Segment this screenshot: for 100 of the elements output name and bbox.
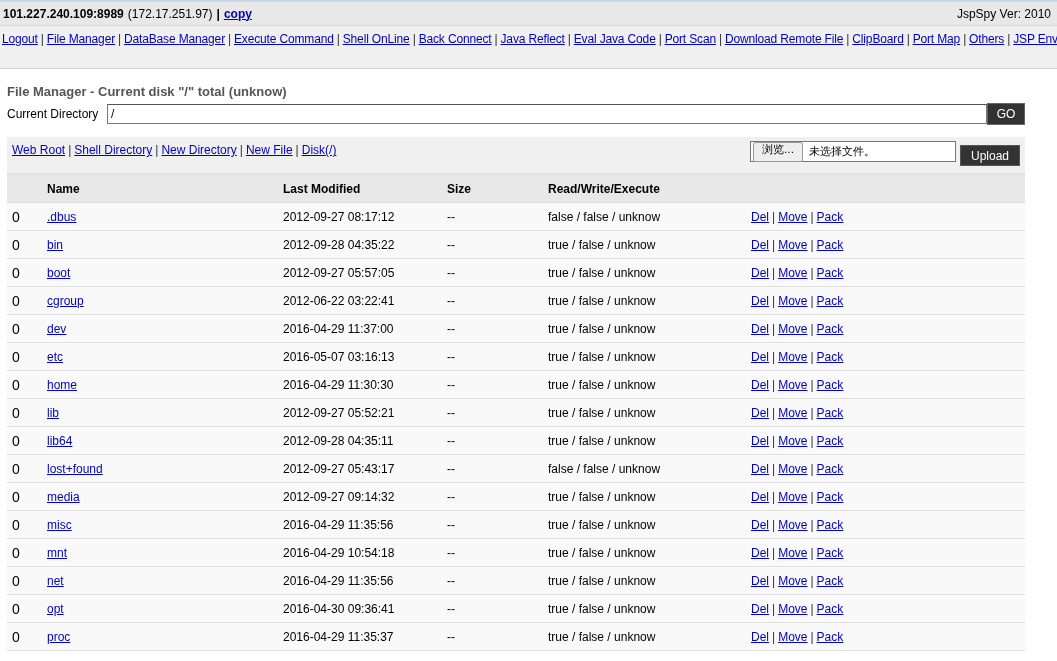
- action-link[interactable]: Del: [751, 321, 769, 336]
- toolbar-link[interactable]: New Directory: [161, 143, 237, 157]
- action-link[interactable]: Del: [751, 545, 769, 560]
- nav-link[interactable]: Java Reflect: [500, 32, 565, 46]
- action-link[interactable]: Del: [751, 573, 769, 588]
- permissions-text: true / false / unknow: [548, 237, 656, 252]
- nav-link[interactable]: DataBase Manager: [124, 32, 225, 46]
- nav-link[interactable]: Download Remote File: [724, 32, 844, 46]
- nav-link[interactable]: Port Map: [912, 32, 961, 46]
- nav-link[interactable]: Shell OnLine: [342, 32, 410, 46]
- action-link[interactable]: Move: [778, 405, 808, 420]
- action-link[interactable]: Pack: [816, 265, 844, 280]
- toolbar-link[interactable]: Disk(/): [301, 143, 337, 157]
- action-link[interactable]: Move: [778, 433, 808, 448]
- file-name-link[interactable]: opt: [47, 601, 64, 616]
- nav-link[interactable]: JSP Env: [1013, 32, 1057, 46]
- action-link[interactable]: Pack: [816, 517, 844, 532]
- action-link[interactable]: Del: [751, 237, 769, 252]
- action-link[interactable]: Pack: [816, 461, 844, 476]
- action-link[interactable]: Del: [751, 517, 769, 532]
- row-index: 0: [12, 544, 20, 561]
- action-link[interactable]: Del: [751, 349, 769, 364]
- file-size: --: [447, 293, 455, 308]
- action-link[interactable]: Pack: [816, 489, 844, 504]
- action-link[interactable]: Del: [751, 629, 769, 644]
- file-name-link[interactable]: etc: [47, 349, 63, 364]
- action-link[interactable]: Pack: [816, 209, 844, 224]
- nav-link[interactable]: Execute Command: [233, 32, 334, 46]
- file-name-link[interactable]: lost+found: [47, 461, 103, 476]
- action-link[interactable]: Pack: [816, 321, 844, 336]
- action-link[interactable]: Move: [778, 293, 808, 308]
- file-name-link[interactable]: dev: [47, 321, 67, 336]
- modified-date: 2016-04-29 11:35:56: [283, 517, 394, 532]
- file-name-link[interactable]: lib: [47, 405, 59, 420]
- action-link[interactable]: Pack: [816, 405, 844, 420]
- go-button[interactable]: GO: [987, 103, 1025, 125]
- action-link[interactable]: Move: [778, 489, 808, 504]
- action-link[interactable]: Pack: [816, 349, 844, 364]
- nav-link[interactable]: Back Connect: [418, 32, 492, 46]
- directory-field[interactable]: /: [107, 104, 987, 124]
- file-name-link[interactable]: boot: [47, 265, 71, 280]
- permissions-text: true / false / unknow: [548, 545, 656, 560]
- action-link[interactable]: Move: [778, 265, 808, 280]
- nav-link[interactable]: File Manager: [46, 32, 115, 46]
- file-name-link[interactable]: misc: [47, 517, 72, 532]
- nav-link[interactable]: Port Scan: [664, 32, 716, 46]
- nav-link[interactable]: Others: [969, 32, 1005, 46]
- action-link[interactable]: Move: [778, 209, 808, 224]
- action-link[interactable]: Move: [778, 349, 808, 364]
- copy-link[interactable]: copy: [223, 6, 252, 21]
- file-name-link[interactable]: .dbus: [47, 209, 77, 224]
- toolbar-link[interactable]: Web Root: [12, 143, 66, 157]
- action-link[interactable]: Move: [778, 629, 808, 644]
- separator: |: [810, 489, 814, 504]
- action-link[interactable]: Pack: [816, 433, 844, 448]
- nav-link[interactable]: Eval Java Code: [573, 32, 656, 46]
- action-link[interactable]: Del: [751, 461, 769, 476]
- action-link[interactable]: Pack: [816, 293, 844, 308]
- action-link[interactable]: Del: [751, 405, 769, 420]
- action-link[interactable]: Del: [751, 489, 769, 504]
- action-link[interactable]: Pack: [816, 377, 844, 392]
- action-link[interactable]: Move: [778, 601, 808, 616]
- action-link[interactable]: Del: [751, 433, 769, 448]
- action-link[interactable]: Del: [751, 265, 769, 280]
- file-name-link[interactable]: media: [47, 489, 80, 504]
- row-index: 0: [12, 488, 20, 505]
- browse-button[interactable]: 浏览...: [752, 141, 803, 162]
- action-link[interactable]: Del: [751, 377, 769, 392]
- file-name-link[interactable]: net: [47, 573, 64, 588]
- nav-link[interactable]: Logout: [2, 32, 38, 46]
- file-name-link[interactable]: bin: [47, 237, 63, 252]
- action-link[interactable]: Move: [778, 573, 808, 588]
- file-name-link[interactable]: home: [47, 377, 78, 392]
- action-link[interactable]: Del: [751, 209, 769, 224]
- permissions-text: true / false / unknow: [548, 489, 656, 504]
- action-link[interactable]: Pack: [816, 545, 844, 560]
- toolbar-link[interactable]: New File: [245, 143, 293, 157]
- action-link[interactable]: Move: [778, 377, 808, 392]
- action-link[interactable]: Move: [778, 321, 808, 336]
- file-name-link[interactable]: cgroup: [47, 293, 84, 308]
- action-link[interactable]: Move: [778, 461, 808, 476]
- nav-link[interactable]: ClipBoard: [852, 32, 904, 46]
- toolbar-link[interactable]: Shell Directory: [74, 143, 153, 157]
- action-link[interactable]: Move: [778, 517, 808, 532]
- file-name-link[interactable]: proc: [47, 629, 71, 644]
- action-link[interactable]: Pack: [816, 629, 844, 644]
- action-link[interactable]: Move: [778, 237, 808, 252]
- upload-button[interactable]: Upload: [959, 145, 1020, 166]
- modified-date: 2016-04-29 11:35:56: [283, 573, 394, 588]
- action-link[interactable]: Move: [778, 545, 808, 560]
- file-name-link[interactable]: mnt: [47, 545, 67, 560]
- file-input[interactable]: 浏览... 未选择文件。: [749, 141, 956, 162]
- action-link[interactable]: Del: [751, 601, 769, 616]
- action-link[interactable]: Del: [751, 293, 769, 308]
- action-link[interactable]: Pack: [816, 573, 844, 588]
- modified-date: 2016-04-30 09:36:41: [283, 601, 395, 616]
- separator: |: [772, 349, 776, 364]
- file-name-link[interactable]: lib64: [47, 433, 73, 448]
- action-link[interactable]: Pack: [816, 237, 844, 252]
- action-link[interactable]: Pack: [816, 601, 844, 616]
